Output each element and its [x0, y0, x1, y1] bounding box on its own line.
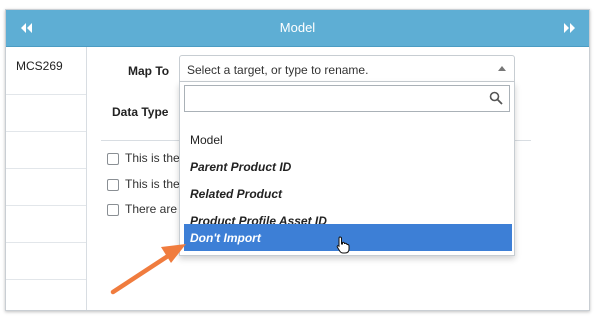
- checkbox-label: This is the: [125, 177, 180, 191]
- search-input[interactable]: [185, 86, 497, 111]
- dropdown-option[interactable]: Parent Product ID: [184, 153, 512, 180]
- table-row: [6, 169, 86, 206]
- map-to-select[interactable]: Select a target, or type to rename.: [179, 55, 515, 82]
- checkbox-label: This is the: [125, 151, 180, 165]
- column-title: Model: [279, 20, 316, 35]
- table-row: [6, 243, 86, 280]
- table-row: [6, 95, 86, 132]
- value-column: MCS269: [6, 47, 87, 310]
- table-row: [6, 132, 86, 169]
- hand-pointer-icon: [336, 236, 350, 254]
- dropdown-option[interactable]: Related Product: [184, 180, 512, 207]
- checkbox[interactable]: [107, 153, 119, 165]
- row-value: MCS269: [16, 59, 63, 73]
- double-chevron-right-icon[interactable]: [563, 21, 577, 35]
- data-type-label: Data Type: [112, 105, 169, 119]
- search-icon: [489, 91, 503, 105]
- column-header: Model: [6, 10, 589, 47]
- mapping-panel: Model MCS269 Map To Select a target, or …: [5, 9, 590, 311]
- select-placeholder: Select a target, or type to rename.: [187, 63, 369, 77]
- map-to-label: Map To: [128, 64, 170, 78]
- dropdown-option[interactable]: Model: [184, 126, 512, 153]
- checkbox-label: There are: [125, 202, 178, 216]
- checkbox[interactable]: [107, 204, 119, 216]
- target-dropdown: Model Parent Product ID Related Product …: [179, 82, 515, 256]
- table-row: MCS269: [6, 47, 86, 95]
- caret-up-icon: [498, 66, 506, 71]
- table-row: [6, 280, 86, 310]
- dropdown-search[interactable]: [184, 85, 510, 112]
- checkbox[interactable]: [107, 179, 119, 191]
- table-row: [6, 206, 86, 243]
